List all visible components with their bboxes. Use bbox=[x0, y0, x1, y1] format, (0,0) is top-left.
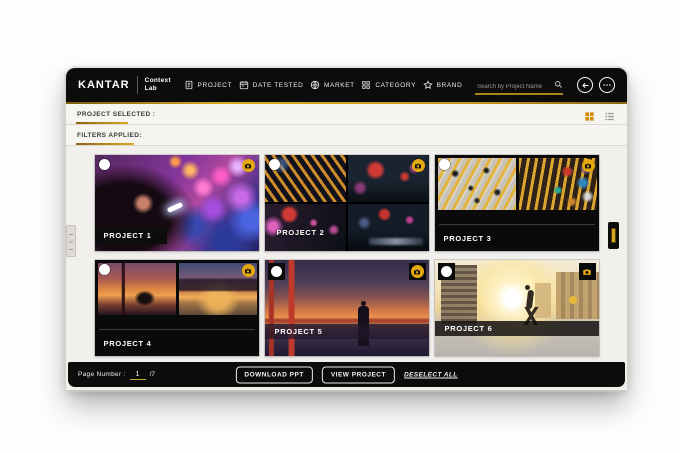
search-field bbox=[475, 75, 563, 95]
main-nav: PROJECT DATE TESTED MARKET CATEGORY BRAN… bbox=[177, 80, 469, 90]
product-name: Context Lab bbox=[145, 77, 171, 93]
title-divider bbox=[99, 329, 255, 330]
kantar-logo: KANTAR bbox=[78, 79, 130, 91]
title-bar: PROJECT 6 bbox=[435, 321, 599, 336]
media-badge bbox=[409, 263, 426, 280]
title-divider bbox=[439, 224, 595, 225]
project-thumbnail bbox=[265, 260, 429, 356]
project-title: PROJECT 3 bbox=[444, 234, 492, 243]
project-card-6[interactable]: PROJECT 6 bbox=[435, 260, 599, 356]
project-icon bbox=[184, 80, 194, 90]
content-area: PROJECT SELECTED : FILTERS APPLIED: bbox=[66, 104, 627, 390]
download-ppt-button[interactable]: DOWNLOAD PPT bbox=[235, 366, 312, 383]
nav-label: DATE TESTED bbox=[253, 82, 304, 89]
nav-label: BRAND bbox=[437, 82, 463, 89]
footer-bar: Page Number : /7 DOWNLOAD PPT VIEW PROJE… bbox=[68, 362, 625, 387]
camera-icon bbox=[412, 159, 425, 172]
project-title: PROJECT 4 bbox=[104, 339, 152, 348]
project-card-3[interactable]: PROJECT 3 bbox=[435, 155, 599, 251]
right-drawer-handle[interactable] bbox=[608, 222, 619, 249]
project-card-5[interactable]: PROJECT 5 bbox=[265, 260, 429, 356]
nav-label: CATEGORY bbox=[375, 82, 416, 89]
filters-applied-label: FILTERS APPLIED: bbox=[77, 132, 142, 139]
nav-label: PROJECT bbox=[198, 82, 233, 89]
project-card-1[interactable]: PROJECT 1 bbox=[95, 155, 259, 251]
header-divider bbox=[137, 76, 138, 94]
nav-item-category[interactable]: CATEGORY bbox=[361, 80, 416, 90]
camera-icon bbox=[242, 264, 255, 277]
select-circle[interactable] bbox=[269, 159, 280, 170]
project-selected-label: PROJECT SELECTED : bbox=[77, 111, 155, 118]
footer-actions: DOWNLOAD PPT VIEW PROJECT DESELECT ALL bbox=[235, 366, 457, 383]
select-circle[interactable] bbox=[99, 159, 110, 170]
globe-icon bbox=[310, 80, 320, 90]
nav-item-project[interactable]: PROJECT bbox=[184, 80, 233, 90]
select-circle[interactable] bbox=[99, 264, 110, 275]
star-icon bbox=[423, 80, 433, 90]
app-window: KANTAR Context Lab PROJECT DATE TESTED M… bbox=[66, 68, 627, 390]
page-total: /7 bbox=[150, 371, 155, 378]
left-drawer-handle[interactable] bbox=[66, 225, 76, 257]
page-number-input[interactable] bbox=[130, 370, 146, 380]
project-card-2[interactable]: PROJECT 2 bbox=[265, 155, 429, 251]
more-button[interactable] bbox=[599, 77, 615, 93]
camera-icon bbox=[582, 159, 595, 172]
select-circle[interactable] bbox=[439, 159, 450, 170]
watermark bbox=[369, 238, 423, 245]
select-badge bbox=[268, 263, 285, 280]
project-title: PROJECT 6 bbox=[445, 324, 493, 333]
search-icon[interactable] bbox=[554, 76, 563, 94]
select-circle[interactable] bbox=[441, 266, 452, 277]
back-button[interactable] bbox=[577, 77, 593, 93]
app-header: KANTAR Context Lab PROJECT DATE TESTED M… bbox=[66, 68, 627, 102]
camera-icon bbox=[582, 267, 592, 277]
nav-item-market[interactable]: MARKET bbox=[310, 80, 355, 90]
gold-underline bbox=[76, 122, 128, 124]
project-grid: PROJECT 1 PROJECT 2 bbox=[95, 155, 599, 356]
project-title: PROJECT 2 bbox=[277, 228, 325, 237]
select-badge bbox=[438, 263, 455, 280]
nav-item-brand[interactable]: BRAND bbox=[423, 80, 463, 90]
project-card-4[interactable]: PROJECT 4 bbox=[95, 260, 259, 356]
select-circle[interactable] bbox=[271, 266, 282, 277]
gold-underline bbox=[76, 143, 134, 145]
search-input[interactable] bbox=[475, 82, 563, 95]
product-line1: Context bbox=[145, 77, 171, 84]
project-selected-bar: PROJECT SELECTED : bbox=[66, 104, 627, 125]
nav-item-date-tested[interactable]: DATE TESTED bbox=[239, 80, 304, 90]
nav-label: MARKET bbox=[324, 82, 355, 89]
page-number-label: Page Number : bbox=[78, 371, 126, 378]
project-thumbnail bbox=[435, 260, 599, 356]
view-project-button[interactable]: VIEW PROJECT bbox=[322, 366, 395, 383]
camera-icon bbox=[242, 159, 255, 172]
category-icon bbox=[361, 80, 371, 90]
product-line2: Lab bbox=[145, 85, 157, 92]
deselect-all-link[interactable]: DESELECT ALL bbox=[404, 371, 458, 378]
camera-icon bbox=[411, 265, 424, 278]
title-bar: PROJECT 5 bbox=[265, 324, 429, 339]
media-badge bbox=[579, 263, 596, 280]
filters-applied-bar: FILTERS APPLIED: bbox=[66, 125, 627, 146]
project-title: PROJECT 1 bbox=[95, 227, 168, 244]
project-title: PROJECT 5 bbox=[275, 327, 323, 336]
calendar-icon bbox=[239, 80, 249, 90]
